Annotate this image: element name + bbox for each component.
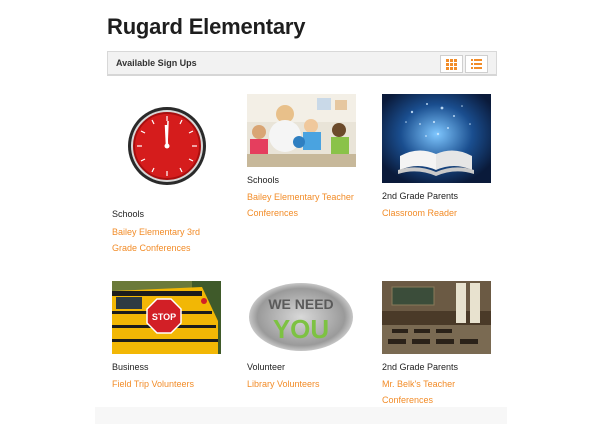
signup-link[interactable]: Field Trip Volunteers [112,376,222,392]
open-book-image[interactable] [382,94,491,183]
signup-link[interactable]: Bailey Elementary Teacher Conferences [247,189,362,221]
school-bus-image[interactable]: STOP [112,281,221,354]
signup-card: Schools Bailey Elementary Teacher Confer… [247,94,362,224]
list-view-button[interactable] [465,55,488,73]
teacher-with-children-image[interactable] [247,94,356,167]
card-category: 2nd Grade Parents [382,362,459,372]
signup-card: Schools Bailey Elementary 3rd Grade Conf… [112,94,222,254]
signup-link[interactable]: Bailey Elementary 3rd Grade Conferences [112,224,217,256]
grid-view-button[interactable] [440,55,463,73]
classroom-image[interactable] [382,281,491,354]
we-need-text: WE NEED [268,296,333,312]
red-clock-image[interactable] [112,94,222,196]
stop-sign-text: STOP [152,312,176,322]
content-footer-edge [95,407,507,424]
view-toggle [440,55,488,73]
card-category: Business [112,362,149,372]
page-title: Rugard Elementary [107,14,306,39]
card-category: Schools [247,175,280,185]
you-text: YOU [273,314,329,344]
signup-card: 2nd Grade Parents Classroom Reader [382,94,494,224]
signups-header-bar: Available Sign Ups [107,51,497,76]
we-need-you-image[interactable]: WE NEED YOU [247,281,356,354]
card-category: Schools [112,209,145,219]
card-category: 2nd Grade Parents [382,191,459,201]
signup-card: 2nd Grade Parents Mr. Belk's Teacher Con… [382,281,494,409]
signup-link[interactable]: Library Volunteers [247,376,357,392]
card-category: Volunteer [247,362,286,372]
signup-card: STOP Business Field Trip Volunteers [112,281,222,393]
list-icon [471,59,482,69]
signup-card: WE NEED YOU Volunteer Library Volunteers [247,281,359,393]
grid-icon [446,58,457,70]
signup-link[interactable]: Classroom Reader [382,205,492,221]
signup-link[interactable]: Mr. Belk's Teacher Conferences [382,376,462,408]
signups-heading: Available Sign Ups [116,58,197,68]
